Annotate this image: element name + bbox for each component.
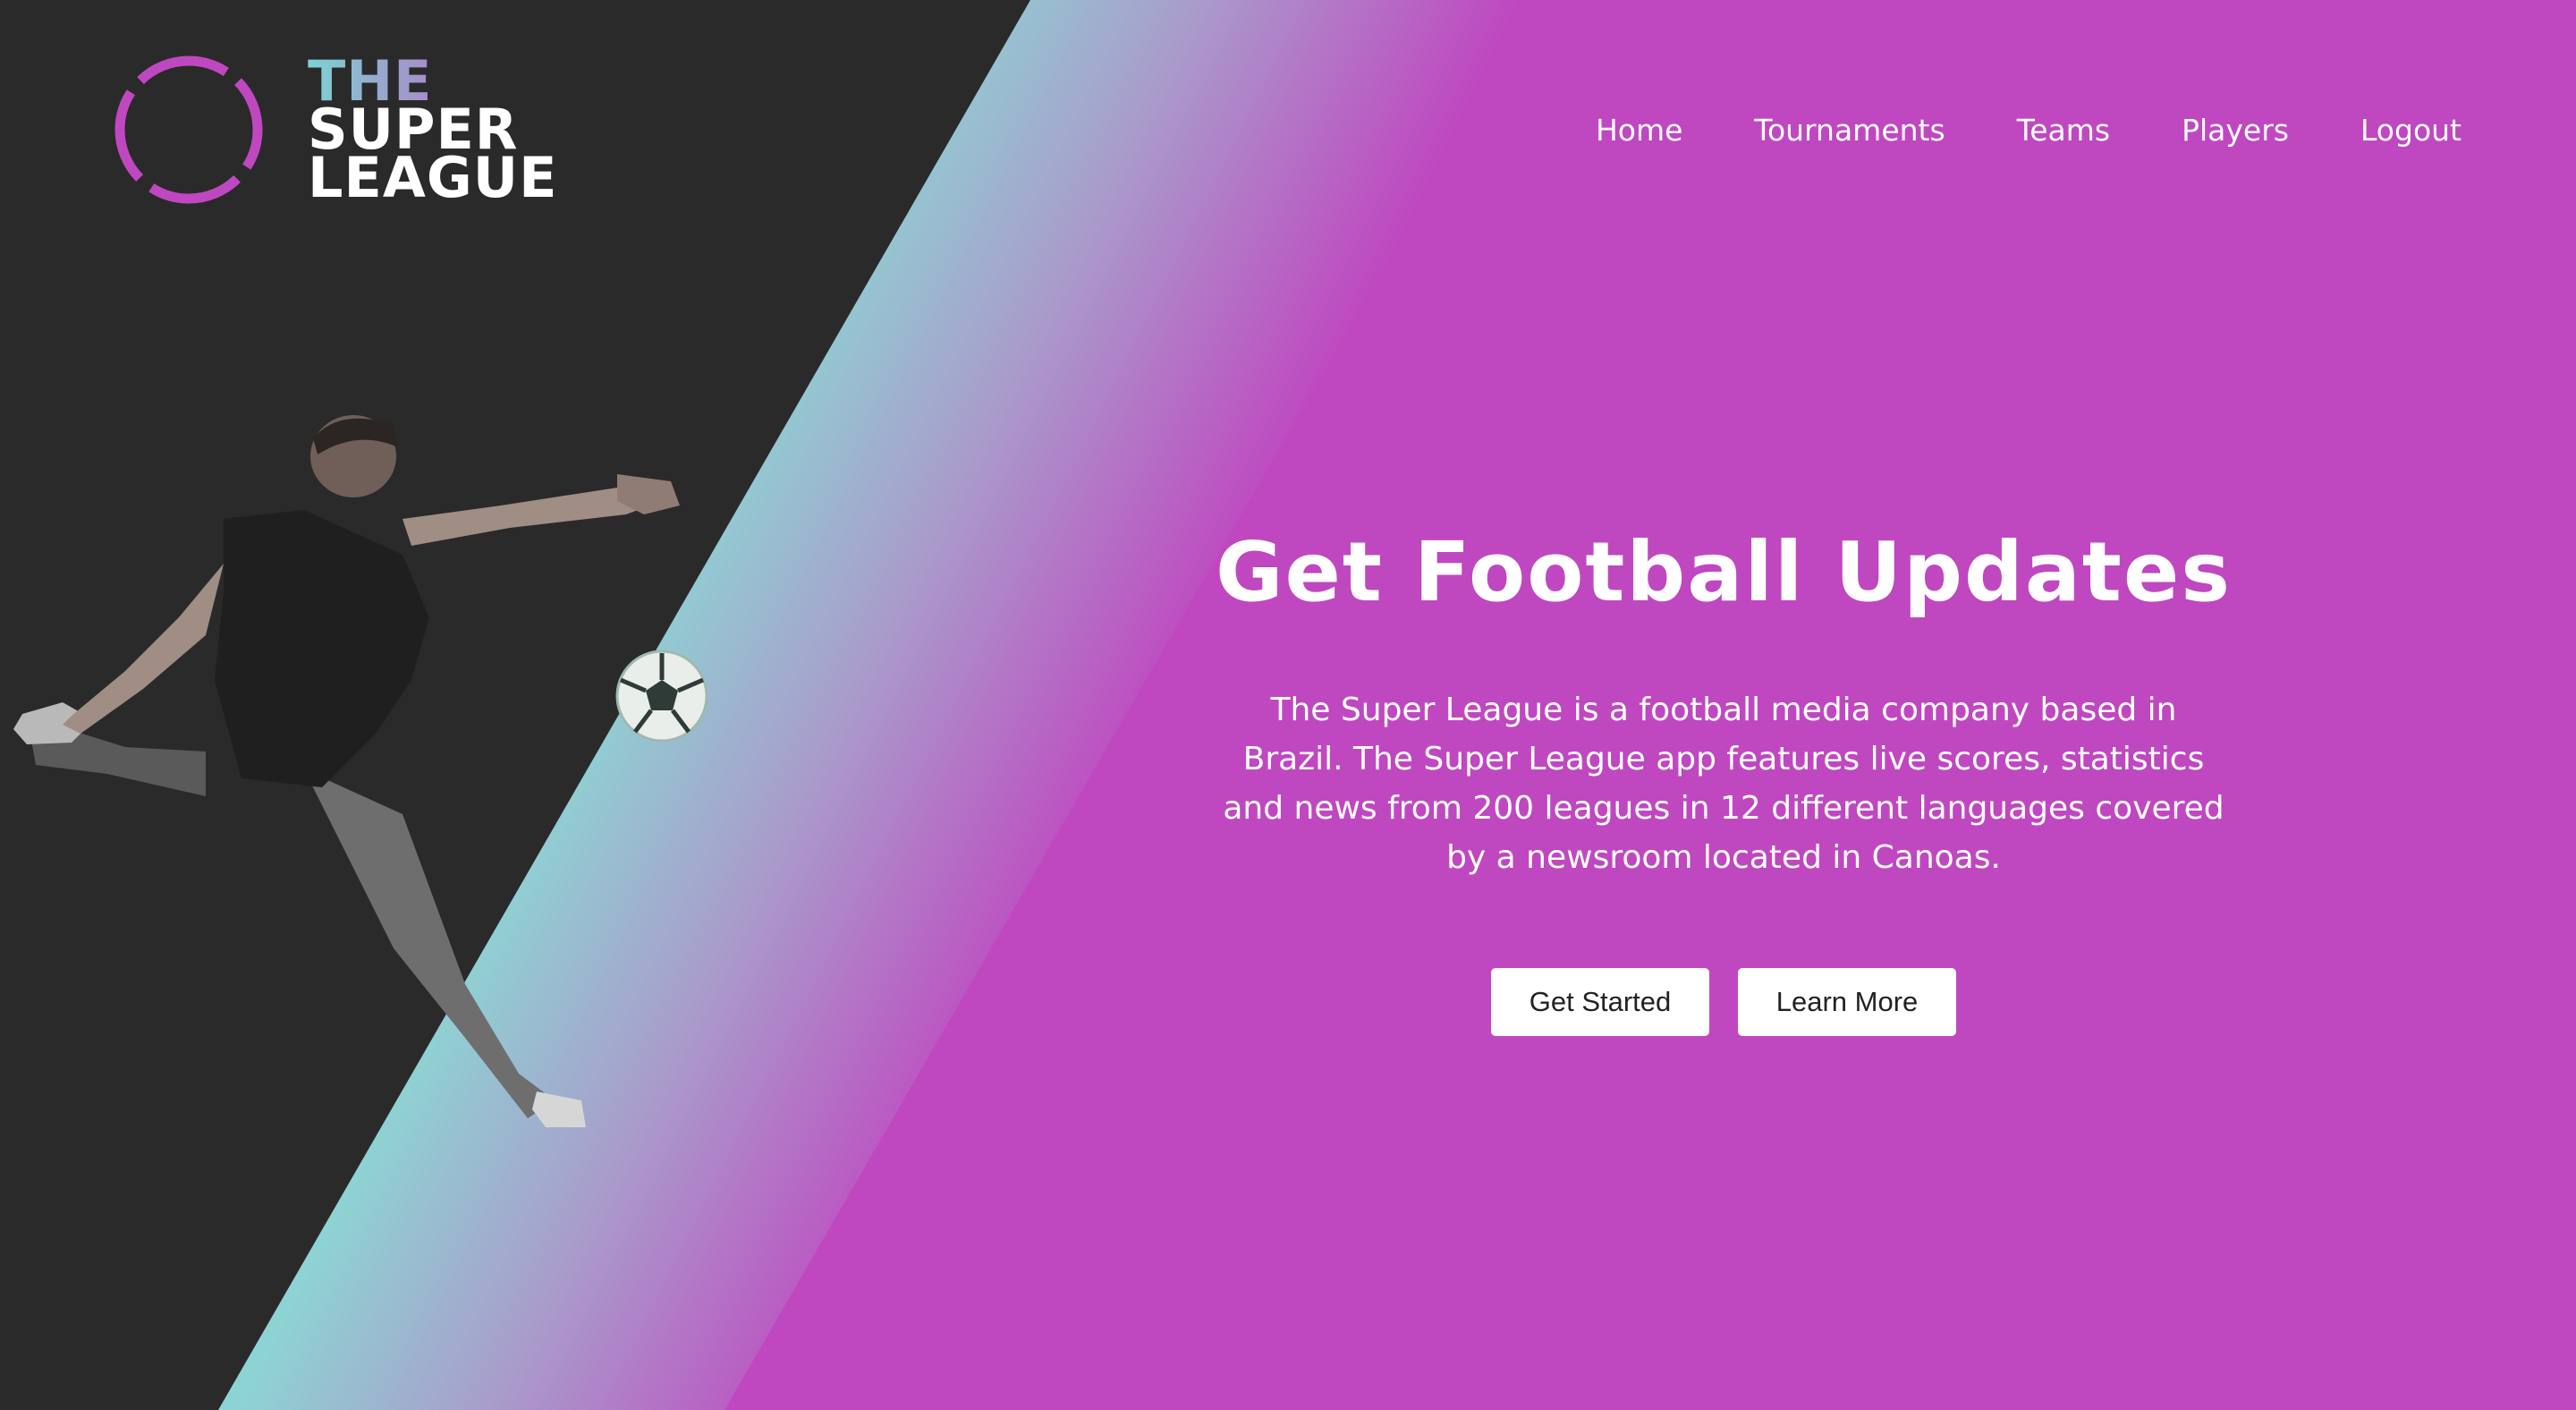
- nav-home[interactable]: Home: [1596, 113, 1682, 148]
- hero-buttons: Get Started Learn More: [1182, 968, 2265, 1036]
- brand-wordmark: THE SUPER LEAGUE: [308, 54, 558, 210]
- hero-title: Get Football Updates: [1215, 524, 2233, 620]
- main-nav: Home Tournaments Teams Players Logout: [1596, 113, 2462, 148]
- ring-logo-icon: [114, 55, 263, 204]
- nav-teams[interactable]: Teams: [2017, 113, 2110, 148]
- nav-tournaments[interactable]: Tournaments: [1754, 113, 1945, 148]
- hero-section: Get Football Updates The Super League is…: [1182, 519, 2265, 1036]
- learn-more-button[interactable]: Learn More: [1738, 968, 1956, 1036]
- brand-line-league: LEAGUE: [308, 145, 558, 210]
- get-started-button[interactable]: Get Started: [1491, 968, 1709, 1036]
- nav-players[interactable]: Players: [2182, 113, 2289, 148]
- nav-logout[interactable]: Logout: [2360, 113, 2462, 148]
- hero-description: The Super League is a football media com…: [1223, 692, 2224, 876]
- football-icon: [615, 650, 708, 743]
- brand-logo[interactable]: THE SUPER LEAGUE: [113, 54, 578, 215]
- football-player-image: [13, 415, 708, 1127]
